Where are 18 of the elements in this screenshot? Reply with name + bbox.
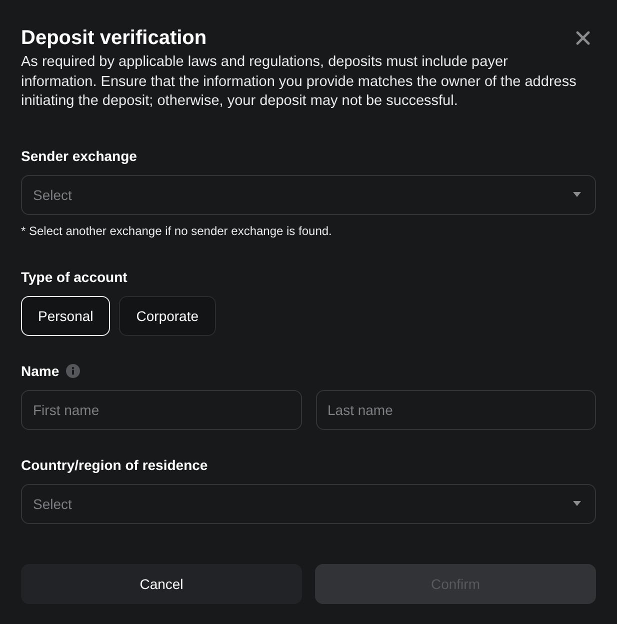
info-icon[interactable] bbox=[66, 364, 80, 378]
account-type-option[interactable]: Corporate bbox=[119, 296, 216, 336]
select-field[interactable]: Select bbox=[21, 174, 596, 214]
hint-text: * Select another exchange if no sender exchange is found. bbox=[21, 224, 333, 238]
dialog-description: As required by applicable laws and regulations, deposits must include payer information. Ensure that the information you provide matches the owner of the address initiating the deposit; otherwise, your deposit may not be successful. bbox=[21, 53, 578, 111]
last-name-field[interactable]: Last name bbox=[316, 390, 596, 430]
close-icon[interactable] bbox=[576, 31, 590, 45]
first-name-field[interactable]: First name bbox=[21, 390, 302, 430]
field-label: Country/region of residence bbox=[21, 456, 209, 474]
select-field[interactable]: Select bbox=[21, 484, 596, 524]
dialog-title: Deposit verification bbox=[21, 26, 207, 50]
account-type-option[interactable]: Personal bbox=[21, 296, 110, 336]
cancel-button[interactable]: Cancel bbox=[21, 564, 302, 604]
field-label: Name bbox=[21, 362, 60, 380]
field-label: Type of account bbox=[21, 268, 128, 286]
caret-icon bbox=[573, 501, 581, 506]
field-label: Sender exchange bbox=[21, 146, 138, 164]
caret-icon bbox=[573, 192, 581, 197]
